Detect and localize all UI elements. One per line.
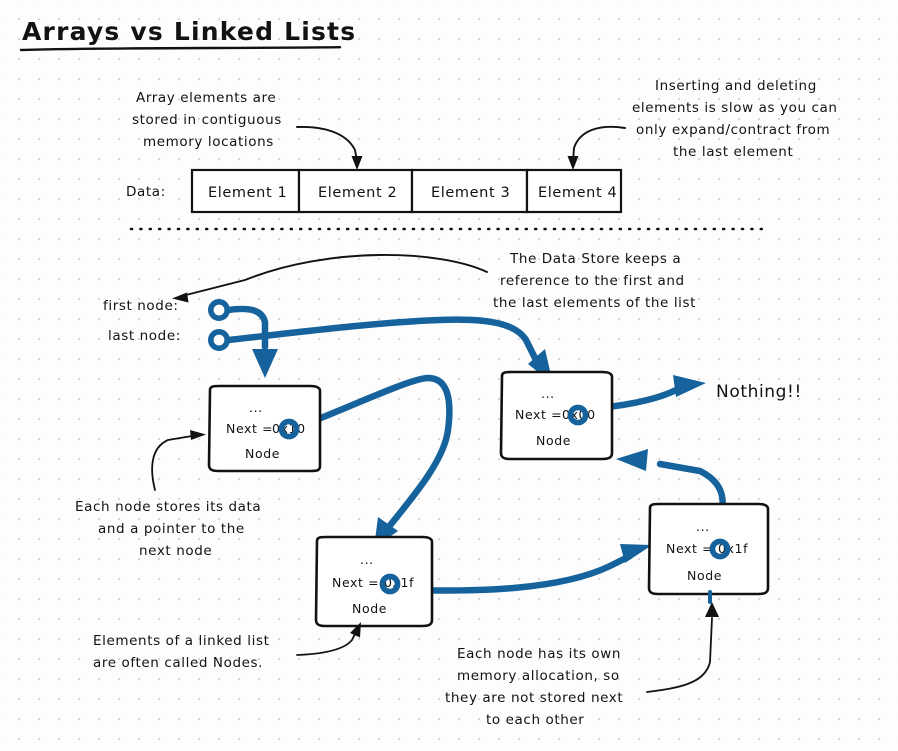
node-1[interactable]: ... Next = 0x10 Node: [207, 384, 322, 473]
first-node-label: first node:: [103, 298, 179, 314]
svg-text:The Data Store keeps a: The Data Store keeps a: [509, 251, 681, 267]
memory-annotation: Each node has its own memory allocation,…: [445, 646, 623, 728]
memory-leader-arrow: [646, 602, 719, 693]
array-left-annotation: Array elements are stored in contiguous …: [132, 90, 282, 150]
svg-text:the last elements of the list: the last elements of the list: [493, 295, 696, 311]
svg-text:memory locations: memory locations: [143, 134, 274, 150]
svg-text:elements is slow as you can: elements is slow as you can: [632, 100, 838, 116]
node-stores-annotation: Each node stores its data and a pointer …: [75, 499, 261, 559]
node3-next-pointer: [396, 544, 652, 594]
array-cell-1-label: Element 2: [318, 185, 397, 201]
svg-text:Elements of a linked list: Elements of a linked list: [93, 633, 269, 649]
node-3-type-label: Node: [352, 601, 387, 616]
svg-text:reference to the first and: reference to the first and: [500, 273, 685, 289]
svg-text:Each node stores its data: Each node stores its data: [75, 499, 261, 515]
svg-text:Array elements are: Array elements are: [136, 90, 276, 106]
page-title: Arrays vs Linked Lists: [22, 17, 356, 46]
array-left-leader-arrow: [296, 125, 363, 170]
data-store-leader-arrow: [172, 254, 488, 303]
node-3[interactable]: ... Next = 0x1f Node: [314, 535, 434, 628]
svg-text:next node: next node: [139, 543, 212, 559]
whiteboard-canvas: Arrays vs Linked Lists Array elements ar…: [0, 0, 898, 751]
node-1-ellipsis: ...: [249, 400, 263, 415]
svg-text:and a pointer to the: and a pointer to the: [98, 521, 245, 537]
node-stores-leader-arrow: [151, 430, 206, 491]
array-right-leader-arrow: [567, 125, 626, 170]
node-3-next-label: Next =: [332, 575, 379, 590]
array-cell-0-label: Element 1: [208, 185, 287, 201]
node-1-type-label: Node: [245, 446, 280, 461]
nothing-label: Nothing!!: [716, 382, 802, 402]
node-2-next-label: Next =: [515, 407, 562, 422]
svg-text:Each node has its own: Each node has its own: [457, 646, 621, 662]
svg-text:memory allocation, so: memory allocation, so: [457, 668, 620, 684]
data-label: Data:: [126, 184, 166, 200]
node-1-next-label: Next =: [226, 421, 273, 436]
array-boxes: Element 1 Element 2 Element 3 Element 4: [190, 168, 623, 214]
node-4[interactable]: ... Next = 0x1f Node: [647, 502, 770, 596]
node-2-ellipsis: ...: [541, 386, 555, 401]
svg-text:they are not stored next: they are not stored next: [445, 690, 623, 706]
node-4-ellipsis: ...: [696, 519, 710, 534]
svg-text:to each other: to each other: [486, 712, 584, 728]
svg-text:the last element: the last element: [673, 144, 793, 160]
data-store-annotation: The Data Store keeps a reference to the …: [493, 251, 696, 311]
title-underline: [19, 46, 342, 52]
svg-text:are often called Nodes.: are often called Nodes.: [93, 655, 263, 671]
array-cell-3-label: Element 4: [538, 185, 617, 201]
node-4-next-label: Next =: [666, 541, 713, 556]
last-node-label: last node:: [108, 328, 181, 344]
node-2[interactable]: ... Next = 0x00 Node: [499, 370, 614, 461]
node-4-type-label: Node: [687, 568, 722, 583]
node-2-type-label: Node: [536, 433, 571, 448]
array-cell-2-label: Element 3: [431, 185, 510, 201]
elements-annotation: Elements of a linked list are often call…: [93, 633, 269, 671]
svg-text:stored in contiguous: stored in contiguous: [132, 112, 282, 128]
array-right-annotation: Inserting and deleting elements is slow …: [632, 78, 838, 160]
svg-text:Inserting and deleting: Inserting and deleting: [655, 78, 817, 94]
node-3-ellipsis: ...: [360, 552, 374, 567]
svg-text:only expand/contract from: only expand/contract from: [636, 122, 830, 138]
